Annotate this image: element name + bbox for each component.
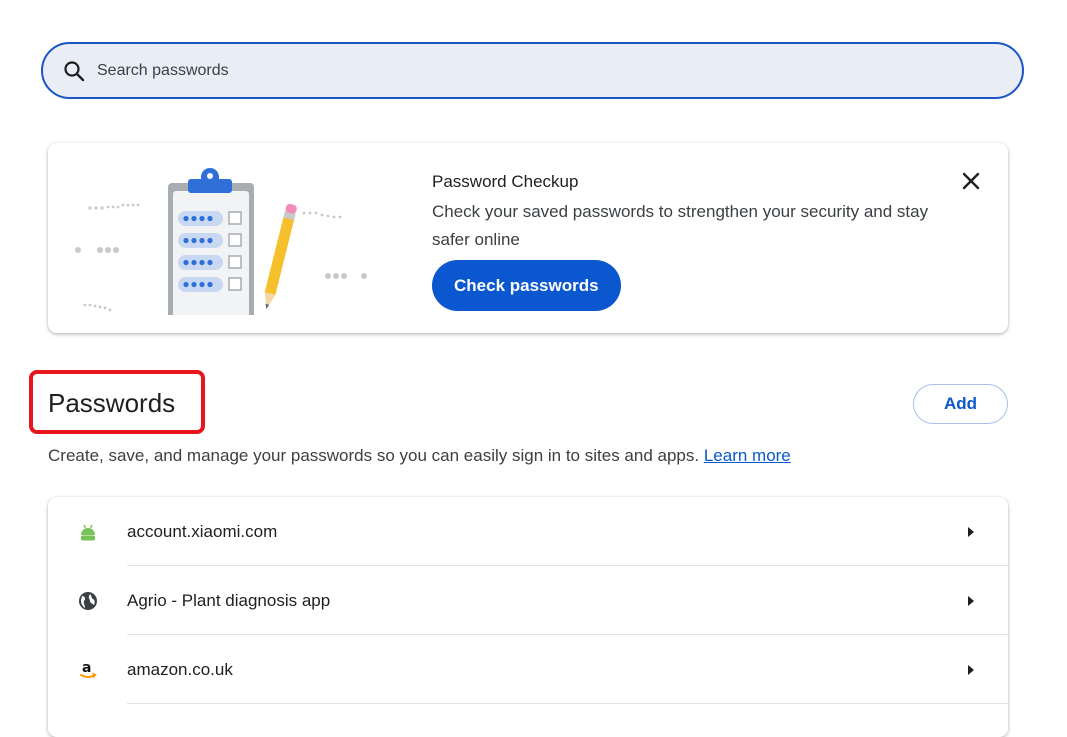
arrow-right-icon [968, 595, 974, 606]
passwords-description-text: Create, save, and manage your passwords … [48, 446, 700, 465]
checkup-title: Password Checkup [432, 172, 579, 191]
close-icon[interactable] [958, 168, 984, 194]
site-name: amazon.co.uk [127, 659, 233, 679]
svg-text:a: a [82, 660, 91, 676]
passwords-title: Passwords [48, 388, 176, 418]
checkup-description: Check your saved passwords to strengthen… [432, 202, 929, 249]
amazon-icon: a [76, 658, 100, 682]
add-password-button[interactable]: Add [913, 384, 1008, 424]
password-checkup-illustration [75, 168, 367, 315]
password-row[interactable]: account.xiaomi.com [48, 497, 1008, 566]
search-icon [63, 60, 85, 82]
password-list: account.xiaomi.com Agrio - Plant diagnos… [48, 497, 1008, 737]
search-input[interactable] [95, 60, 1022, 81]
globe-icon [76, 589, 100, 613]
learn-more-link[interactable]: Learn more [704, 446, 791, 465]
site-name: Agrio - Plant diagnosis app [127, 590, 331, 610]
arrow-right-icon [968, 664, 974, 675]
password-checkup-card: Password Checkup Check your saved passwo… [48, 143, 1008, 333]
search-bar[interactable] [41, 42, 1024, 99]
android-icon [76, 520, 100, 544]
password-row[interactable]: Agrio - Plant diagnosis app [48, 566, 1008, 635]
check-passwords-button[interactable]: Check passwords [432, 260, 621, 311]
site-name: account.xiaomi.com [127, 521, 278, 541]
password-row[interactable]: a amazon.co.uk [48, 635, 1008, 704]
row-divider [127, 703, 1008, 704]
passwords-description: Create, save, and manage your passwords … [48, 446, 791, 466]
arrow-right-icon [968, 526, 974, 537]
